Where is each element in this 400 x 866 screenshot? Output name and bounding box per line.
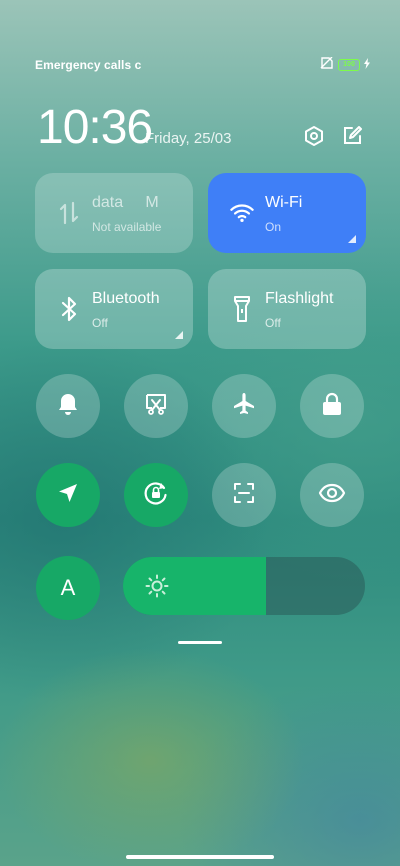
bluetooth-icon xyxy=(57,295,81,323)
flashlight-icon xyxy=(230,295,254,323)
wifi-icon xyxy=(230,199,254,227)
tile-flashlight[interactable]: Flashlight Off xyxy=(208,269,366,349)
toggle-location[interactable] xyxy=(36,463,100,527)
screenshot-icon xyxy=(144,392,168,421)
tile-subtitle: Not available xyxy=(92,220,162,234)
tile-subtitle: Off xyxy=(92,316,108,330)
toggle-sound[interactable] xyxy=(36,374,100,438)
toggle-scanner[interactable] xyxy=(212,463,276,527)
battery-icon: 100 xyxy=(338,59,360,71)
tile-title: Wi-Fi xyxy=(265,194,303,211)
expand-corner-icon[interactable] xyxy=(175,331,183,339)
eye-icon xyxy=(318,483,346,508)
mobile-data-icon xyxy=(57,199,81,227)
no-sim-icon xyxy=(320,56,334,74)
location-icon xyxy=(57,482,79,509)
home-indicator[interactable] xyxy=(126,855,274,859)
lock-icon xyxy=(322,392,342,421)
toggle-lock[interactable] xyxy=(300,374,364,438)
tile-subtitle: On xyxy=(265,220,282,234)
expand-corner-icon[interactable] xyxy=(348,235,356,243)
airplane-icon xyxy=(232,392,256,421)
tile-bluetooth[interactable]: Bluetooth Off xyxy=(35,269,193,349)
status-bar: Emergency calls c 100 xyxy=(35,56,370,72)
bell-icon xyxy=(57,392,79,421)
panel-drag-handle[interactable] xyxy=(178,641,222,644)
tile-title: Bluetooth xyxy=(92,290,160,307)
clock-time: 10:36 xyxy=(37,101,153,154)
status-text: Emergency calls c xyxy=(35,58,142,72)
brightness-icon xyxy=(145,574,169,603)
settings-hex-icon[interactable] xyxy=(302,124,326,148)
scanner-icon xyxy=(232,481,256,510)
date-label: Friday, 25/03 xyxy=(145,130,232,147)
toggle-airplane[interactable] xyxy=(212,374,276,438)
edit-icon[interactable] xyxy=(340,124,364,148)
charging-icon xyxy=(364,56,370,74)
toggle-reading-mode[interactable] xyxy=(300,463,364,527)
rotation-lock-icon xyxy=(143,480,169,511)
status-icons: 100 xyxy=(320,56,370,74)
tile-subtitle: Off xyxy=(265,316,281,330)
toggle-screenshot[interactable] xyxy=(124,374,188,438)
tile-mobile-data[interactable]: data M Not available xyxy=(35,173,193,253)
tile-wifi[interactable]: Wi-Fi On xyxy=(208,173,366,253)
tile-title: Flashlight xyxy=(265,290,334,307)
toggle-rotation-lock[interactable] xyxy=(124,463,188,527)
brightness-slider[interactable] xyxy=(123,557,365,615)
auto-brightness-label: A xyxy=(60,575,76,600)
tile-title: data M xyxy=(92,194,159,211)
auto-brightness-button[interactable]: A xyxy=(36,556,100,620)
